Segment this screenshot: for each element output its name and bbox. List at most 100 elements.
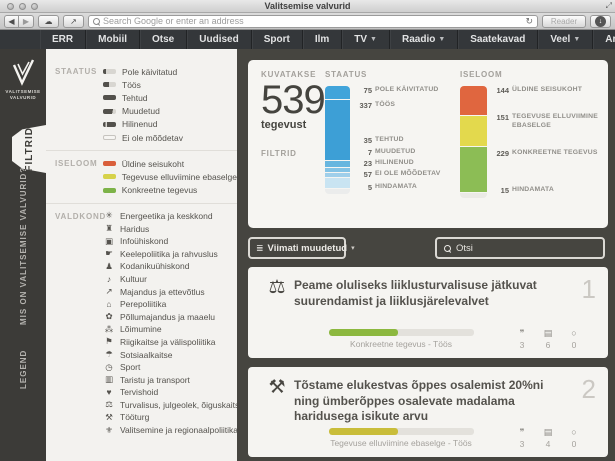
activity-title: Tõstame elukestvas õppes osalemist 20%ni… (294, 378, 572, 425)
share-button[interactable]: ↗ (63, 15, 84, 28)
nav-item-tv[interactable]: TV▼ (342, 30, 390, 49)
valdkond-label: Valitsemine ja regionaalpoliitika (120, 425, 237, 435)
status-swatch-icon (103, 95, 116, 100)
chevron-down-icon: ▼ (438, 36, 445, 43)
nav-item-sport[interactable]: Sport (252, 30, 303, 49)
sort-dropdown[interactable]: ≣ Viimati muudetud ▾ (248, 237, 346, 259)
news-stat[interactable]: ▤ 4 (540, 428, 556, 449)
search-box[interactable] (435, 237, 605, 259)
energy-icon: ✳ (103, 210, 115, 221)
activity-number: 1 (572, 278, 596, 309)
filter-option-valdkond-11[interactable]: ☂Sotsiaalkaitse (103, 348, 237, 361)
filter-section-staatus: STAATUS Pole käivitatud Töös Tehtud Muud… (46, 59, 237, 150)
filter-option-valdkond-15[interactable]: ⚖Turvalisus, julgeolek, õiguskaitse (103, 399, 237, 412)
address-bar[interactable]: ↻ (88, 15, 538, 28)
address-input[interactable] (103, 16, 522, 26)
transport-icon: ▥ (103, 374, 115, 385)
filter-option-hilinenud[interactable]: Hilinenud (103, 118, 237, 131)
filter-option-uldine-seisukoht[interactable]: Üldine seisukoht (103, 157, 237, 170)
valdkond-label: Majandus ja ettevõtlus (120, 287, 205, 297)
status-swatch-icon (103, 69, 116, 74)
filter-option-valdkond-17[interactable]: ⚜Valitsemine ja regionaalpoliitika (103, 424, 237, 437)
icloud-button[interactable]: ☁ (38, 15, 59, 28)
tab-legend[interactable]: LEGEND (0, 341, 46, 389)
chart-header: STAATUS (325, 70, 453, 79)
activity-card[interactable]: ⚖ Peame oluliseks liiklusturvalisuse jät… (248, 267, 608, 358)
comments-stat[interactable]: ○ 0 (566, 329, 582, 350)
filter-option-valdkond-14[interactable]: ♥Tervishoid (103, 386, 237, 399)
nav-item-arhiiv[interactable]: Arhiiv (593, 30, 615, 49)
page-content: VALITSEMISE VALVURID FILTRID MIS ON VALI… (0, 49, 615, 461)
filter-option-konkreetne-tegevus[interactable]: Konkreetne tegevus (103, 184, 237, 197)
filter-option-valdkond-2[interactable]: ▣Infoühiskond (103, 235, 237, 248)
person-icon: ♟ (103, 261, 115, 272)
comments-stat[interactable]: ○ 0 (566, 428, 582, 449)
filter-option-valdkond-4[interactable]: ♟ Kodanikuühiskond (103, 260, 237, 273)
site-logo[interactable]: VALITSEMISE VALVURID (0, 57, 46, 102)
quotes-stat[interactable]: ❞ 3 (514, 428, 530, 449)
filter-option-valdkond-16[interactable]: ⚒Tööturg (103, 411, 237, 424)
reader-button[interactable]: Reader (542, 15, 586, 28)
progress-fill (329, 329, 399, 336)
nav-item-raadio[interactable]: Raadio▼ (390, 30, 458, 49)
expand-icon[interactable]: ⤢ (606, 1, 612, 11)
bar-segment (325, 161, 350, 168)
segment-label: KONKREETNE TEGEVUS (512, 149, 598, 186)
download-icon: ↓ (595, 16, 606, 27)
filter-option-pole-kaivitatud[interactable]: Pole käivitatud (103, 65, 237, 78)
nav-item-saatekavad[interactable]: Saatekavad (458, 30, 538, 49)
filter-option-valdkond-0[interactable]: ✳Energeetika ja keskkond (103, 210, 237, 223)
activity-number: 2 (572, 378, 596, 425)
reload-icon[interactable]: ↻ (525, 16, 533, 27)
filter-option-valdkond-1[interactable]: ♜Haridus (103, 222, 237, 235)
filter-option-valdkond-7[interactable]: ⌂Perepoliitika (103, 298, 237, 311)
filter-option-valdkond-8[interactable]: ✿Põllumajandus ja maaelu (103, 310, 237, 323)
filter-option-valdkond-12[interactable]: ◷Sport (103, 361, 237, 374)
filter-option-valdkond-5[interactable]: ♪Kultuur (103, 273, 237, 286)
window-title: Valitsemise valvurid (0, 1, 615, 11)
tab-filtrid[interactable]: FILTRID (12, 125, 46, 173)
segment-label: HINDAMATA (512, 186, 554, 198)
section-header: ISELOOM (55, 157, 103, 197)
news-stat[interactable]: ▤ 6 (540, 329, 556, 350)
filter-option-valdkond-3[interactable]: ☛Keelepoliitika ja rahvuslus (103, 247, 237, 260)
back-button[interactable]: ◀ (4, 15, 19, 28)
bar-segment (460, 86, 487, 116)
nav-item-err[interactable]: ERR (40, 30, 86, 49)
search-input[interactable] (456, 243, 596, 254)
bar-segment-label: 151TEGEVUSE ELLUVIIMINE EBASELGE (494, 113, 602, 149)
filter-section-valdkond: VALDKOND ✳Energeetika ja keskkond♜Haridu… (46, 203, 237, 443)
segment-value: 35 (357, 136, 372, 148)
activity-card[interactable]: ⚒ Tõstame elukestvas õppes osalemist 20%… (248, 367, 608, 457)
nav-item-uudised[interactable]: Uudised (187, 30, 251, 49)
valdkond-label: Riigikaitse ja välispoliitika (120, 337, 215, 347)
section-header: VALDKOND (55, 210, 103, 437)
filter-option-valdkond-10[interactable]: ⚑Riigikaitse ja välispoliitika (103, 336, 237, 349)
filter-option-valdkond-6[interactable]: ↗Majandus ja ettevõtlus (103, 285, 237, 298)
nav-item-mobiil[interactable]: Mobiil (86, 30, 140, 49)
filter-option-valdkond-9[interactable]: ⁂Lõimumine (103, 323, 237, 336)
filter-option-toos[interactable]: Töös (103, 78, 237, 91)
nav-item-otse[interactable]: Otse (140, 30, 187, 49)
filter-option-valdkond-13[interactable]: ▥Taristu ja transport (103, 373, 237, 386)
scales-icon: ⚖ (103, 399, 115, 410)
search-icon (93, 18, 100, 25)
filter-option-tehtud[interactable]: Tehtud (103, 91, 237, 104)
left-rail: VALITSEMISE VALVURID FILTRID MIS ON VALI… (0, 49, 46, 461)
nav-item-veel[interactable]: Veel▼ (538, 30, 593, 49)
segment-label: POLE KÄIVITATUD (375, 86, 439, 101)
quotes-stat[interactable]: ❞ 3 (514, 329, 530, 350)
filter-option-ei-ole-moodetav[interactable]: Ei ole mõõdetav (103, 131, 237, 144)
segment-value: 15 (494, 186, 509, 198)
filter-option-muudetud[interactable]: Muudetud (103, 105, 237, 118)
forward-button[interactable]: ▶ (19, 15, 34, 28)
status-swatch-icon (103, 135, 116, 140)
filter-option-tegevuse-elluviimine[interactable]: Tegevuse elluviimine ebaselge (103, 170, 237, 183)
bar-segment (460, 193, 487, 198)
valdkond-label: Kodanikuühiskond (120, 261, 189, 271)
progress-caption: Konkreetne tegevus - Töös (296, 339, 506, 349)
nav-item-ilm[interactable]: Ilm (303, 30, 342, 49)
downloads-button[interactable]: ↓ (590, 15, 611, 28)
window-titlebar: Valitsemise valvurid ⤢ (0, 0, 615, 13)
tab-about[interactable]: MIS ON VALITSEMISE VALVURID? (0, 195, 46, 325)
